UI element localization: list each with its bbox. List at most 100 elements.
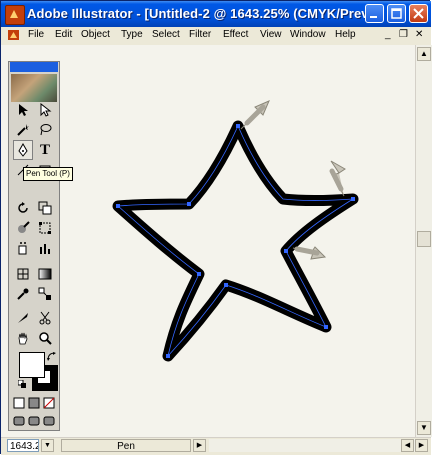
maximize-icon	[391, 8, 402, 19]
status-bar: 1643.2 ▼ Pen ▶ ◀ ▶	[1, 437, 431, 455]
horizontal-scrollbar[interactable]	[209, 439, 415, 452]
zoom-dropdown-button[interactable]: ▼	[41, 439, 54, 452]
scroll-down-button[interactable]: ▼	[417, 421, 431, 435]
color-square-icon	[13, 397, 25, 409]
scroll-up-button[interactable]: ▲	[417, 47, 431, 61]
anchor-point	[224, 283, 228, 287]
pointer-arrow-icon	[329, 160, 346, 197]
free-transform-tool[interactable]	[35, 218, 55, 238]
scale-tool[interactable]	[35, 198, 55, 218]
none-square-icon	[43, 397, 55, 409]
zoom-tool[interactable]	[35, 328, 55, 348]
fullscreen-mode-button[interactable]	[42, 414, 56, 428]
menu-help[interactable]: Help	[335, 29, 356, 40]
rotate-icon	[18, 202, 28, 213]
slice-knife-icon	[18, 313, 28, 323]
menu-window[interactable]: Window	[290, 29, 326, 40]
close-icon	[413, 8, 424, 19]
illustrator-app-icon[interactable]	[5, 5, 25, 25]
menu-bar: File Edit Object Type Select Filter Effe…	[1, 27, 431, 46]
gradient-mode-button[interactable]	[27, 396, 41, 410]
star-artwork	[112, 100, 359, 362]
hollow-arrow-icon	[40, 103, 52, 117]
none-mode-button[interactable]	[42, 396, 56, 410]
pen-tool-tooltip: Pen Tool (P)	[23, 167, 73, 181]
status-display[interactable]: Pen	[61, 439, 191, 452]
toolbox-logo[interactable]	[11, 74, 57, 102]
star-stroke-path[interactable]	[112, 120, 359, 362]
swap-arrows-icon[interactable]	[47, 352, 57, 362]
vertical-scrollbar[interactable]: ▲ ▼	[415, 45, 432, 437]
blend-icon	[38, 287, 51, 300]
menu-edit[interactable]: Edit	[55, 29, 72, 40]
slice-tool[interactable]	[13, 308, 33, 328]
menu-select[interactable]: Select	[152, 29, 180, 40]
magic-wand-tool[interactable]	[13, 120, 33, 140]
scroll-left-button[interactable]: ◀	[401, 439, 414, 452]
standard-screen-mode-button[interactable]	[12, 414, 26, 428]
blend-tool[interactable]	[35, 284, 55, 304]
hand-tool[interactable]	[13, 328, 33, 348]
menu-effect[interactable]: Effect	[223, 29, 248, 40]
arrow-icon	[19, 104, 28, 116]
screen-mode-icon	[13, 416, 25, 426]
window-title: Adobe Illustrator - [Untitled-2 @ 1643.2…	[27, 6, 380, 21]
screen-mode-icon	[28, 416, 40, 426]
menu-filter[interactable]: Filter	[189, 29, 211, 40]
artboard-canvas[interactable]	[1, 45, 415, 437]
anchor-point	[236, 124, 240, 128]
mesh-icon	[17, 268, 29, 280]
warp-tool[interactable]	[13, 218, 33, 238]
anchor-point	[324, 325, 328, 329]
gradient-tool[interactable]	[35, 264, 55, 284]
pointer-arrow-icon	[292, 246, 327, 260]
pen-tool[interactable]	[13, 140, 33, 160]
hand-icon	[18, 332, 28, 345]
magnifier-icon	[39, 332, 52, 345]
anchor-point	[351, 197, 355, 201]
document-icon[interactable]	[7, 28, 21, 42]
status-dropdown-button[interactable]: ▶	[193, 439, 206, 452]
default-colors-icon[interactable]	[18, 380, 26, 388]
column-graph-tool[interactable]	[35, 238, 55, 258]
selection-tool[interactable]	[13, 100, 33, 120]
color-mode-button[interactable]	[12, 396, 26, 410]
gradient-icon	[38, 268, 52, 280]
close-button[interactable]	[409, 4, 428, 23]
mesh-tool[interactable]	[13, 264, 33, 284]
title-bar[interactable]: Adobe Illustrator - [Untitled-2 @ 1643.2…	[1, 1, 431, 27]
warp-icon	[18, 221, 30, 233]
zoom-level-field[interactable]: 1643.2	[7, 439, 39, 452]
bar-graph-icon	[40, 244, 50, 254]
toolbox-title-bar[interactable]	[10, 62, 58, 72]
anchor-point	[187, 202, 191, 206]
direct-selection-tool[interactable]	[35, 100, 55, 120]
anchor-point	[284, 249, 288, 253]
eyedropper-tool[interactable]	[13, 284, 33, 304]
menu-view[interactable]: View	[260, 29, 282, 40]
mdi-minimize-button[interactable]: _	[385, 29, 391, 40]
mdi-close-button[interactable]: ✕	[415, 29, 423, 40]
type-tool[interactable]: T	[35, 140, 55, 160]
mdi-restore-button[interactable]: ❐	[399, 29, 408, 40]
scroll-right-button[interactable]: ▶	[415, 439, 428, 452]
scissors-tool[interactable]	[35, 308, 55, 328]
pointer-arrow-icon	[240, 100, 270, 130]
minimize-button[interactable]	[365, 4, 384, 23]
scroll-thumb[interactable]	[417, 231, 431, 247]
anchor-point	[116, 204, 120, 208]
eyedropper-icon	[17, 288, 29, 300]
symbol-sprayer-tool[interactable]	[13, 238, 33, 258]
magic-wand-icon	[17, 124, 29, 136]
symbol-sprayer-icon	[18, 242, 27, 255]
fullscreen-menu-mode-button[interactable]	[27, 414, 41, 428]
menu-object[interactable]: Object	[81, 29, 110, 40]
rotate-tool[interactable]	[13, 198, 33, 218]
fill-swatch[interactable]	[19, 352, 45, 378]
menu-file[interactable]: File	[28, 29, 44, 40]
lasso-tool[interactable]	[35, 120, 55, 140]
menu-type[interactable]: Type	[121, 29, 143, 40]
type-tool-label: T	[39, 141, 50, 158]
scale-icon	[38, 201, 52, 215]
maximize-button[interactable]	[387, 4, 406, 23]
